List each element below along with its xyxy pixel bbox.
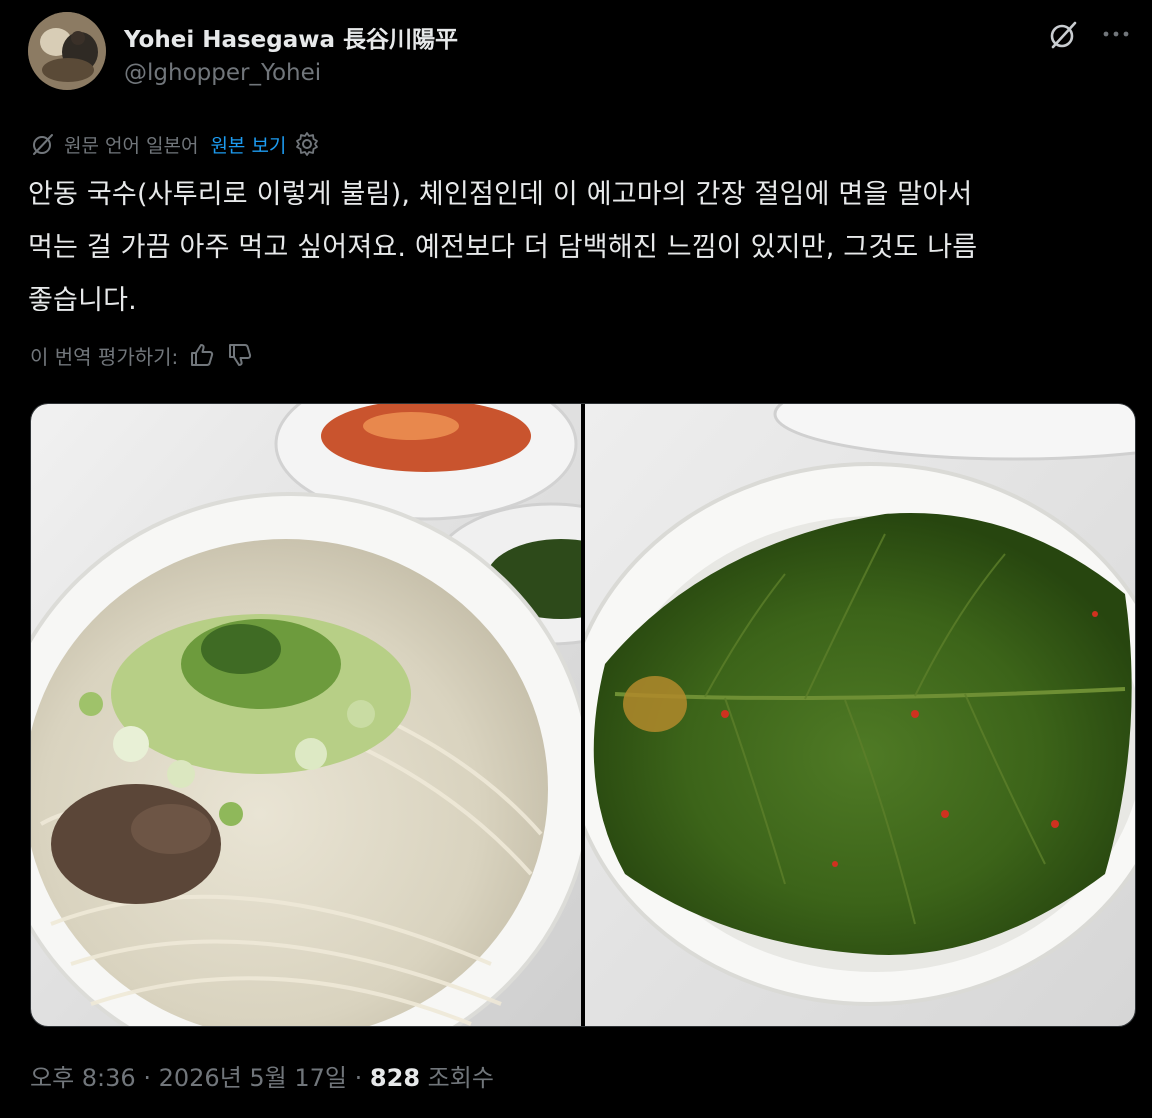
tweet-text-line: 먹는 걸 가끔 아주 먹고 싶어져요. 예전보다 더 담백해진 느낌이 있지만,… [28, 232, 978, 263]
separator-dot: · [354, 1064, 363, 1092]
more-horizontal-icon[interactable] [1100, 18, 1132, 50]
media-gallery [30, 403, 1136, 1027]
avatar[interactable] [28, 12, 106, 90]
photo-noodle-soup[interactable] [31, 404, 581, 1026]
tweet-time[interactable]: 오후 8:36 [30, 1064, 136, 1092]
tweet-meta: 오후 8:36 · 2026년 5월 17일 · 828 조회수 [30, 1058, 494, 1093]
grok-translate-icon [33, 134, 53, 155]
tweet-text-line: 안동 국수(사투리로 이렇게 불림), 체인점인데 이 에고마의 간장 절임에 … [28, 179, 973, 210]
gear-icon[interactable] [294, 131, 320, 157]
thumbs-down-icon[interactable] [226, 341, 254, 369]
photo-pickled-perilla[interactable] [585, 404, 1135, 1026]
separator-dot: · [143, 1064, 151, 1092]
show-original-link[interactable]: 원본 보기 [210, 131, 286, 158]
rate-translation: 이 번역 평가하기: [30, 338, 254, 372]
grok-icon[interactable] [1046, 18, 1080, 52]
views-count: 828 [369, 1064, 421, 1092]
rate-translation-label: 이 번역 평가하기: [30, 344, 179, 369]
translation-language-label: 원문 언어 일본어 [64, 134, 199, 157]
thumbs-up-icon[interactable] [188, 341, 216, 369]
views-label: 조회수 [427, 1064, 494, 1092]
tweet-date[interactable]: 2026년 5월 17일 [159, 1064, 347, 1092]
author-handle[interactable]: @lghopper_Yohei [124, 60, 321, 86]
author-display-name[interactable]: Yohei Hasegawa 長谷川陽平 [124, 20, 458, 54]
tweet-text: 안동 국수(사투리로 이렇게 불림), 체인점인데 이 에고마의 간장 절임에 … [28, 168, 1128, 327]
tweet-text-line: 좋습니다. [28, 285, 137, 316]
translation-notice: 원문 언어 일본어 원본 보기 [30, 128, 320, 160]
